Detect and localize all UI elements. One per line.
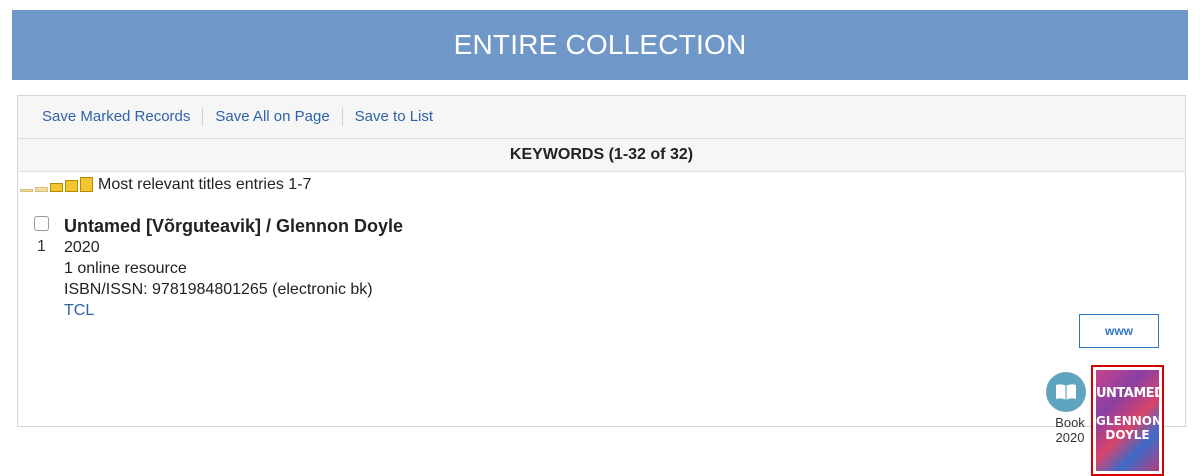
cover-author-line1: GLENNON bbox=[1096, 414, 1159, 428]
result-record: 1 Untamed [Võrguteavik] / Glennon Doyle … bbox=[18, 194, 1185, 476]
relevance-bar bbox=[80, 177, 93, 192]
relevance-row: Most relevant titles entries 1-7 bbox=[18, 174, 1185, 194]
format-label: Book 2020 bbox=[1049, 415, 1091, 445]
relevance-bar bbox=[20, 189, 33, 192]
book-icon bbox=[1046, 372, 1086, 412]
record-checkbox[interactable] bbox=[34, 216, 49, 231]
format-type: Book bbox=[1055, 415, 1085, 430]
banner-title: ENTIRE COLLECTION bbox=[453, 29, 747, 60]
cover-author-line2: DOYLE bbox=[1105, 428, 1150, 442]
relevance-bar bbox=[35, 187, 48, 192]
relevance-bar bbox=[50, 183, 63, 192]
relevance-bars-icon bbox=[20, 177, 93, 192]
record-details: Untamed [Võrguteavik] / Glennon Doyle 20… bbox=[64, 216, 403, 321]
results-count: KEYWORDS (1-32 of 32) bbox=[509, 146, 694, 163]
record-title-link[interactable]: Untamed [Võrguteavik] / Glennon Doyle bbox=[64, 216, 403, 237]
www-button[interactable]: www bbox=[1079, 314, 1159, 348]
record-isbn: ISBN/ISSN: 9781984801265 (electronic bk) bbox=[64, 281, 373, 298]
format-year: 2020 bbox=[1055, 430, 1085, 445]
results-panel: Save Marked Records Save All on Page Sav… bbox=[17, 95, 1186, 476]
record-number: 1 bbox=[37, 238, 46, 255]
cover-author: GLENNON DOYLE bbox=[1096, 414, 1159, 442]
save-all-on-page-link[interactable]: Save All on Page bbox=[203, 108, 343, 126]
record-location-link[interactable]: TCL bbox=[64, 300, 403, 321]
save-marked-records-link[interactable]: Save Marked Records bbox=[30, 108, 204, 126]
record-year: 2020 bbox=[64, 239, 100, 256]
results-header: KEYWORDS (1-32 of 32) bbox=[18, 139, 1185, 172]
relevance-bar bbox=[65, 180, 78, 192]
collection-banner: ENTIRE COLLECTION bbox=[12, 10, 1188, 80]
save-to-list-link[interactable]: Save to List bbox=[343, 108, 445, 126]
save-toolbar: Save Marked Records Save All on Page Sav… bbox=[18, 96, 1185, 139]
cover-title: UNTAMED bbox=[1096, 386, 1159, 401]
book-cover-thumbnail[interactable]: UNTAMED GLENNON DOYLE bbox=[1091, 365, 1164, 476]
record-description: 1 online resource bbox=[64, 260, 187, 277]
book-cover-image: UNTAMED GLENNON DOYLE bbox=[1096, 370, 1159, 471]
www-button-label: www bbox=[1104, 324, 1133, 338]
relevance-label: Most relevant titles entries 1-7 bbox=[98, 176, 312, 193]
